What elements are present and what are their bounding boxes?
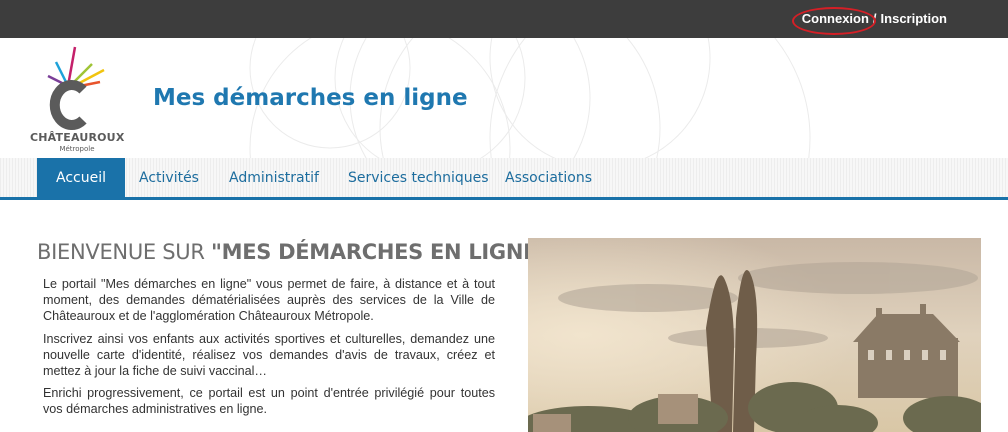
nav-tab-accueil[interactable]: Accueil [37,158,125,197]
nav-tab-associations[interactable]: Associations [505,158,592,197]
background-circles [249,38,811,158]
nav-tab-services-techniques[interactable]: Services techniques [348,158,489,197]
intro-text: Le portail "Mes démarches en ligne" vous… [43,276,495,424]
welcome-heading-prefix: BIENVENUE SUR [37,240,212,264]
site-title: Mes démarches en ligne [153,85,468,111]
logo-text: CHÂTEAUROUX Métropole [30,131,124,153]
welcome-heading: BIENVENUE SUR "MES DÉMARCHES EN LIGNE" [37,240,548,264]
welcome-heading-emphasis: "MES DÉMARCHES EN LIGNE" [211,240,548,264]
site-header: CHÂTEAUROUX Métropole Mes démarches en l… [0,38,1008,158]
register-link[interactable]: Inscription [881,11,947,26]
nav-tab-administratif[interactable]: Administratif [229,158,319,197]
logo-name: CHÂTEAUROUX [30,131,125,144]
nav-tab-activites[interactable]: Activités [139,158,199,197]
logo-subtitle: Métropole [59,145,95,153]
annotation-circle [792,7,876,35]
intro-paragraph: Le portail "Mes démarches en ligne" vous… [43,277,495,324]
main-nav: Accueil Activités Administratif Services… [0,158,1008,200]
chateau-photo [528,238,981,432]
intro-paragraph: Enrichi progressivement, ce portail est … [43,386,495,417]
intro-paragraph: Inscrivez ainsi vos enfants aux activité… [43,331,495,379]
top-bar: Connexion / Inscription [0,0,1008,38]
